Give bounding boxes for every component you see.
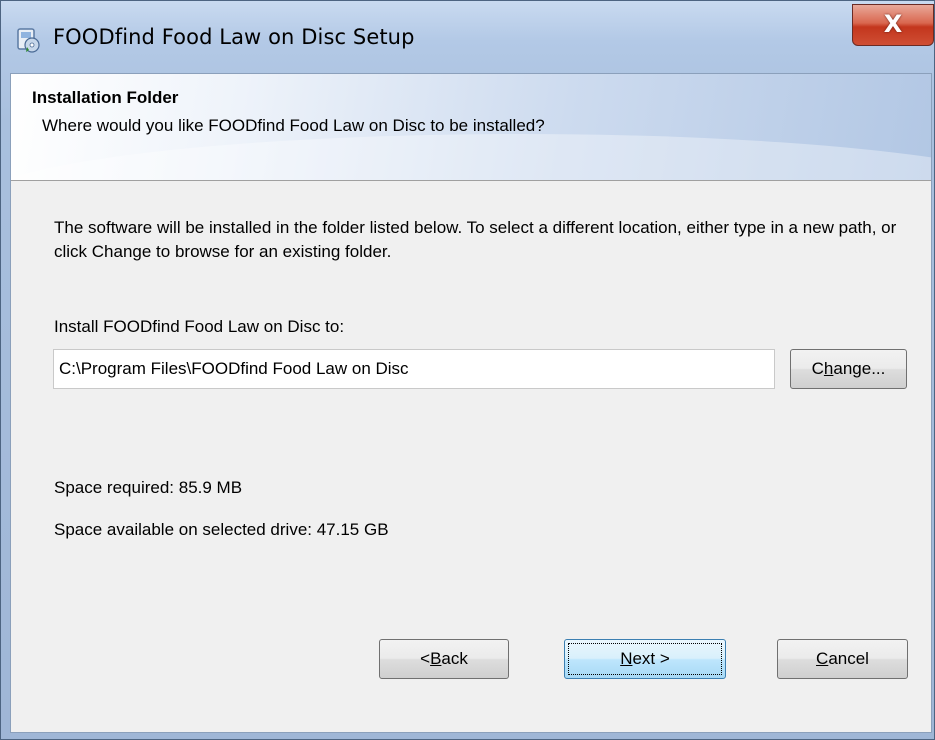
cancel-button[interactable]: Cancel xyxy=(777,639,908,679)
space-required-text: Space required: 85.9 MB xyxy=(54,478,243,497)
setup-window: FOODfind Food Law on Disc Setup X Instal… xyxy=(0,0,935,740)
cancel-label-post: ancel xyxy=(828,649,869,668)
focus-rectangle xyxy=(568,643,722,675)
back-label-key: B xyxy=(430,649,442,668)
description-text: The software will be installed in the fo… xyxy=(54,218,897,261)
change-label-key: h xyxy=(823,359,834,378)
space-available-text: Space available on selected drive: 47.15… xyxy=(54,520,389,539)
cancel-label-key: C xyxy=(816,649,829,668)
back-label-pre: < xyxy=(420,649,431,668)
dialog-client-area: Installation Folder Where would you like… xyxy=(10,73,932,733)
banner-title: Installation Folder xyxy=(32,88,179,107)
back-label-post: ack xyxy=(441,649,468,668)
change-button[interactable]: Ch ange... xyxy=(790,349,907,389)
change-label-pre: C xyxy=(811,359,824,378)
next-button[interactable]: Next > xyxy=(564,639,726,679)
install-path-input[interactable] xyxy=(53,349,775,389)
banner-subtitle: Where would you like FOODfind Food Law o… xyxy=(42,116,545,135)
close-button[interactable]: X xyxy=(852,4,934,46)
back-button[interactable]: < Back xyxy=(379,639,509,679)
setup-disc-icon xyxy=(17,28,40,53)
change-label-post: ange... xyxy=(833,359,886,378)
title-bar[interactable]: FOODfind Food Law on Disc Setup X xyxy=(1,1,934,73)
window-title: FOODfind Food Law on Disc Setup xyxy=(53,25,415,49)
header-banner: Installation Folder Where would you like… xyxy=(11,74,931,181)
close-icon: X xyxy=(883,10,903,38)
install-path-label: Install FOODfind Food Law on Disc to: xyxy=(54,317,345,336)
